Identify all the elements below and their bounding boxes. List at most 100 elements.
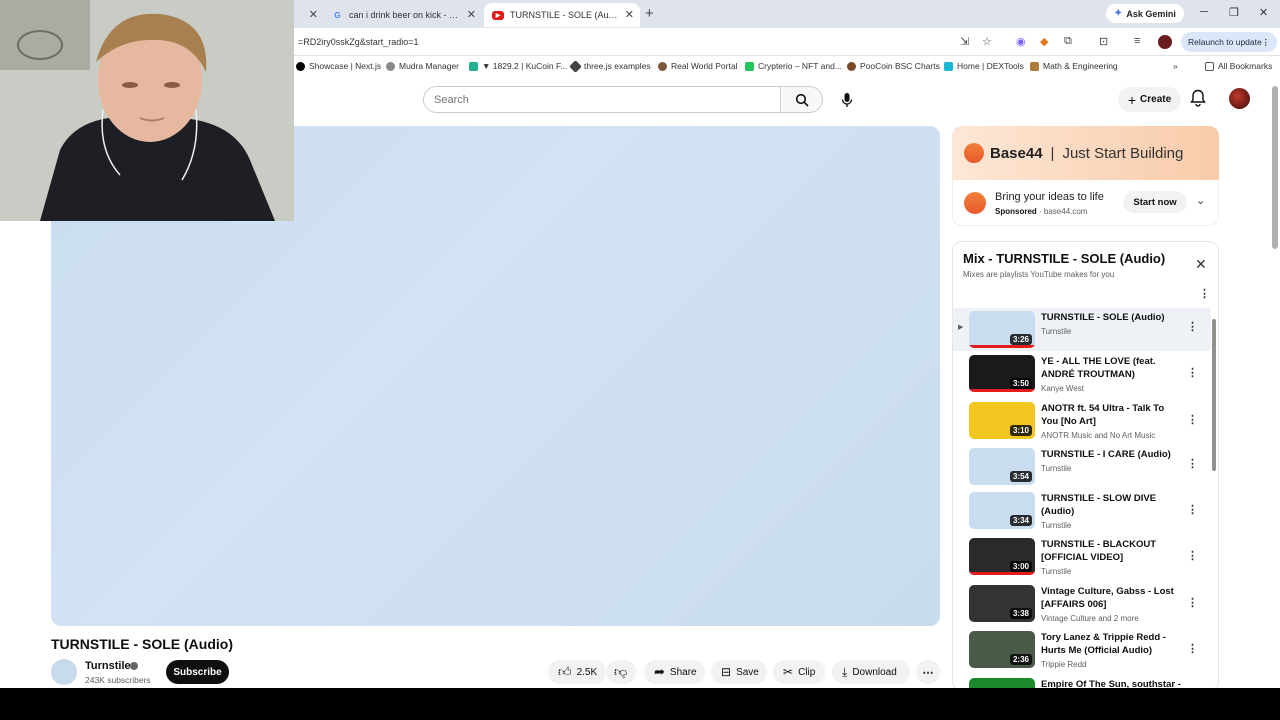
playlist-item[interactable]: 3:38 Vintage Culture, Gabss - Lost [AFFAI… — [953, 582, 1211, 628]
bell-icon — [1190, 89, 1206, 107]
search-button[interactable] — [781, 86, 823, 113]
ad-start-now-button[interactable]: Start now — [1123, 191, 1187, 213]
bookmark-mudra[interactable]: Mudra Manager — [386, 61, 459, 71]
tab-close-icon[interactable]: ✕ — [625, 8, 634, 21]
bookmark-threejs[interactable]: three.js examples — [569, 59, 651, 73]
item-menu-icon[interactable]: ⋮ — [1187, 596, 1198, 609]
gemini-icon: ✦ — [1114, 8, 1123, 19]
download-button[interactable]: ⤓ Download — [832, 660, 910, 684]
dislike-button[interactable]: 👎︎ — [606, 660, 636, 684]
bookmark-dextools[interactable]: Home | DEXTools — [944, 61, 1024, 71]
account-avatar[interactable] — [1229, 88, 1250, 109]
install-icon[interactable]: ⇲ — [960, 35, 969, 48]
playlist-item[interactable]: 3:34 TURNSTILE - SLOW DIVE (Audio) Turnsti… — [953, 489, 1211, 535]
all-bookmarks-label: All Bookmarks — [1218, 61, 1273, 71]
bookmark-crypterio[interactable]: Crypterio – NFT and... — [745, 61, 842, 71]
video-thumbnail[interactable]: 3:00 — [969, 538, 1035, 575]
like-count: 2.5K — [576, 666, 598, 678]
tab-youtube[interactable]: ▶ TURNSTILE - SOLE (Audio) - Yo ✕ — [484, 3, 640, 27]
more-actions-button[interactable]: ⋯ — [916, 660, 940, 684]
chevron-down-icon[interactable]: ⌄ — [1196, 194, 1205, 207]
bookmarks-overflow-icon[interactable]: » — [1173, 61, 1178, 71]
ad-headline[interactable]: Bring your ideas to life — [995, 191, 1104, 203]
voice-search-button[interactable] — [832, 85, 861, 114]
watch-progress-bar — [969, 572, 1035, 575]
url-field[interactable]: =RD2iry0sskZg&start_radio=1 — [298, 37, 419, 47]
clip-button[interactable]: ✂ Clip — [773, 660, 825, 684]
metamask-icon[interactable]: ◆ — [1040, 35, 1048, 48]
video-thumbnail[interactable]: 3:10 — [969, 402, 1035, 439]
video-thumbnail[interactable]: 3:50 — [969, 355, 1035, 392]
share-button[interactable]: ➦ Share — [644, 660, 705, 684]
new-tab-button[interactable]: + — [645, 5, 654, 22]
item-menu-icon[interactable]: ⋮ — [1187, 503, 1198, 516]
youtube-icon: ▶ — [492, 10, 504, 20]
relaunch-button[interactable]: Relaunch to update ⋮ — [1181, 32, 1277, 52]
close-icon[interactable]: ✕ — [1195, 256, 1207, 273]
playlist-item-title: TURNSTILE - SLOW DIVE (Audio) — [1041, 493, 1157, 517]
notifications-button[interactable] — [1190, 89, 1206, 112]
bookmark-poocoin[interactable]: PooCoin BSC Charts — [847, 61, 940, 71]
tab-partial[interactable]: ✕ — [296, 3, 324, 27]
playlist-item-title: Tory Lanez & Trippie Redd - Hurts Me (Of… — [1041, 632, 1166, 656]
tab-google-search[interactable]: G can i drink beer on kick - Goog ✕ — [324, 3, 482, 27]
subscribe-button[interactable]: Subscribe — [166, 660, 229, 684]
bookmark-label: ▼ 1829.2 | KuCoin F... — [482, 61, 568, 71]
item-menu-icon[interactable]: ⋮ — [1187, 366, 1198, 379]
profile-avatar[interactable] — [1158, 35, 1172, 49]
channel-avatar[interactable] — [51, 659, 77, 685]
playlist-scrollbar[interactable] — [1212, 319, 1216, 471]
playlist-item[interactable]: 3:50 YE - ALL THE LOVE (feat. ANDRÉ TROUT… — [953, 352, 1211, 398]
item-menu-icon[interactable]: ⋮ — [1187, 413, 1198, 426]
playlist-item[interactable]: 2:36 Tory Lanez & Trippie Redd - Hurts Me… — [953, 628, 1211, 674]
bookmark-star-icon[interactable]: ☆ — [982, 35, 992, 48]
verified-icon — [130, 662, 138, 670]
tab-close-icon[interactable]: ✕ — [309, 8, 318, 21]
video-duration: 2:36 — [1009, 654, 1032, 665]
like-button[interactable]: 👍︎ 2.5K — [548, 660, 606, 684]
ad-sponsored-line: Sponsored · base44.com — [995, 207, 1088, 216]
playlist-menu-icon[interactable]: ⋮ — [1199, 287, 1210, 300]
ask-gemini-button[interactable]: ✦ Ask Gemini — [1106, 4, 1184, 23]
playlist-item[interactable]: 3:00 TURNSTILE - BLACKOUT [OFFICIAL VIDEO… — [953, 535, 1211, 581]
channel-name[interactable]: Turnstile — [85, 660, 131, 672]
video-thumbnail[interactable]: 3:38 — [969, 585, 1035, 622]
item-menu-icon[interactable]: ⋮ — [1187, 642, 1198, 655]
search-tabs-icon[interactable]: ⊡ — [1099, 35, 1108, 48]
nextjs-icon — [296, 61, 305, 71]
bookmark-label: Showcase | Next.js — [309, 61, 382, 71]
playlist-item[interactable]: 3:10 ANOTR ft. 54 Ultra - Talk To You [No… — [953, 399, 1211, 445]
playlist-item-channel: Trippie Redd — [1041, 660, 1087, 669]
tab-close-icon[interactable]: ✕ — [467, 8, 476, 21]
page-scrollbar[interactable] — [1272, 86, 1278, 249]
item-menu-icon[interactable]: ⋮ — [1187, 549, 1198, 562]
playlist-item-title: TURNSTILE - SOLE (Audio) — [1041, 312, 1165, 323]
item-menu-icon[interactable]: ⋮ — [1187, 320, 1198, 333]
restore-icon[interactable]: ❐ — [1229, 6, 1239, 19]
search-icon — [795, 93, 809, 107]
video-thumbnail[interactable]: 3:34 — [969, 492, 1035, 529]
video-thumbnail[interactable]: 2:36 — [969, 631, 1035, 668]
playlist-subtitle: Mixes are playlists YouTube makes for yo… — [963, 270, 1115, 279]
extensions-puzzle-icon[interactable]: ⧉ — [1064, 35, 1072, 48]
close-window-icon[interactable]: ✕ — [1259, 6, 1268, 19]
ad-banner[interactable]: Base44 | Just Start Building — [952, 126, 1219, 180]
save-button[interactable]: ⊟ Save — [711, 660, 767, 684]
item-menu-icon[interactable]: ⋮ — [1187, 457, 1198, 470]
bookmark-math[interactable]: Math & Engineering — [1030, 61, 1118, 71]
bookmark-realworld[interactable]: Real World Portal — [658, 61, 737, 71]
media-controls-icon[interactable]: ≡ — [1134, 35, 1140, 47]
extension-icon[interactable]: ◉ — [1016, 35, 1026, 48]
create-button[interactable]: + Create — [1118, 87, 1181, 112]
minimize-icon[interactable]: ─ — [1200, 6, 1208, 18]
search-input[interactable] — [423, 86, 781, 113]
video-thumbnail[interactable]: 3:26 — [969, 311, 1035, 348]
playlist-item[interactable]: 3:54 TURNSTILE - I CARE (Audio) Turnstile ⋮ — [953, 445, 1211, 489]
all-bookmarks[interactable]: All Bookmarks — [1205, 61, 1272, 71]
playlist-item-title: TURNSTILE - I CARE (Audio) — [1041, 449, 1171, 460]
playlist-item[interactable]: ▶ 3:26 TURNSTILE - SOLE (Audio) Turnstile ⋮ — [953, 308, 1211, 351]
mix-playlist-panel: Mix - TURNSTILE - SOLE (Audio) Mixes are… — [952, 241, 1219, 691]
video-thumbnail[interactable]: 3:54 — [969, 448, 1035, 485]
bookmark-nextjs[interactable]: Showcase | Next.js — [296, 61, 381, 71]
bookmark-kucoin[interactable]: ▼ 1829.2 | KuCoin F... — [469, 61, 567, 71]
